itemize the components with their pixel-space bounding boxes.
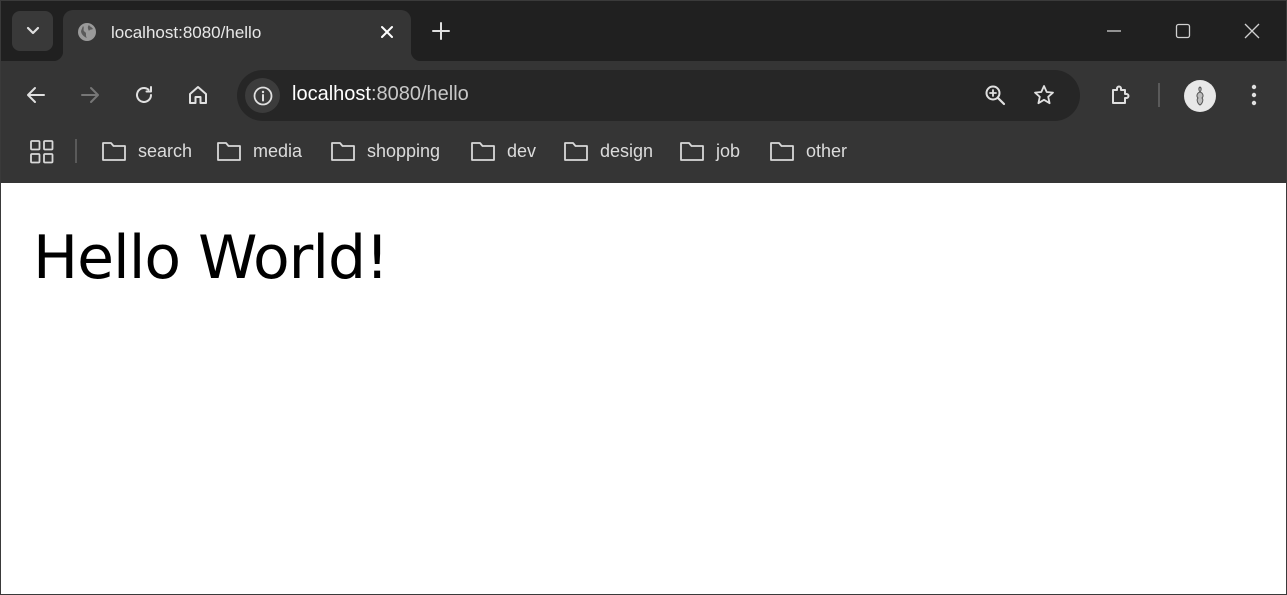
active-tab[interactable]: localhost:8080/hello: [53, 10, 421, 61]
folder-icon: [217, 142, 241, 161]
site-info-button[interactable]: [245, 78, 280, 113]
bookmark-label: dev: [507, 140, 537, 161]
tab-title: localhost:8080/hello: [111, 23, 262, 42]
bookmark-label: search: [138, 140, 193, 161]
page-heading: Hello World!: [33, 223, 389, 293]
tab-close-button[interactable]: [375, 20, 399, 44]
close-window-button[interactable]: [1238, 17, 1266, 45]
address-bar[interactable]: localhost:8080/hello: [237, 70, 1080, 121]
bookmark-label: media: [253, 140, 303, 161]
close-icon: [1244, 23, 1260, 39]
bookmark-folder-dev[interactable]: dev: [470, 137, 536, 165]
bookmark-label: job: [716, 140, 741, 161]
profile-avatar[interactable]: [1184, 80, 1216, 112]
menu-button[interactable]: [1240, 81, 1268, 109]
url-text[interactable]: localhost:8080/hello: [292, 83, 469, 106]
close-icon: [381, 26, 393, 38]
maximize-button[interactable]: [1169, 17, 1197, 45]
new-tab-button[interactable]: [427, 17, 455, 45]
url-path: :8080/hello: [370, 83, 469, 105]
tab-search-button[interactable]: [12, 11, 53, 51]
browser-window: localhost:8080/hello localhost:8080/hell…: [0, 0, 1287, 595]
bookmarks-divider: [75, 139, 77, 163]
url-host: localhost: [292, 83, 371, 105]
forward-button[interactable]: [76, 81, 104, 109]
chevron-down-icon: [26, 26, 39, 35]
home-button[interactable]: [184, 81, 212, 109]
bookmark-folder-design[interactable]: design: [563, 137, 653, 165]
folder-icon: [471, 142, 495, 161]
folder-icon: [564, 142, 588, 161]
maximize-icon: [1175, 23, 1191, 39]
apps-grid-icon[interactable]: [29, 139, 55, 165]
puzzle-icon: [1112, 85, 1130, 104]
tab-strip: localhost:8080/hello: [1, 1, 1286, 61]
extensions-button[interactable]: [1107, 81, 1135, 109]
bookmark-folder-media[interactable]: media: [216, 137, 302, 165]
minimize-icon: [1107, 30, 1121, 32]
bookmark-label: other: [806, 140, 848, 161]
folder-icon: [102, 142, 126, 161]
bookmark-label: shopping: [367, 140, 441, 161]
profile-picture-icon: [1185, 81, 1215, 111]
home-icon: [189, 86, 207, 104]
star-icon: [1034, 85, 1054, 105]
minimize-button[interactable]: [1100, 17, 1128, 45]
bookmark-label: design: [600, 140, 654, 161]
page-content: Hello World!: [1, 183, 1286, 594]
bookmark-star-button[interactable]: [1030, 81, 1058, 109]
more-vertical-icon: [1251, 84, 1257, 106]
bookmarks-bar: search media shopping dev design job oth…: [1, 129, 1286, 183]
bookmark-folder-job[interactable]: job: [679, 137, 740, 165]
bookmark-folder-shopping[interactable]: shopping: [330, 137, 440, 165]
zoom-button[interactable]: [981, 81, 1009, 109]
back-button[interactable]: [22, 81, 50, 109]
reload-icon: [136, 86, 152, 103]
bookmark-folder-other[interactable]: other: [769, 137, 847, 165]
folder-icon: [680, 142, 704, 161]
reload-button[interactable]: [130, 81, 158, 109]
folder-icon: [331, 142, 355, 161]
toolbar-divider: [1158, 83, 1160, 107]
arrow-right-icon: [81, 87, 99, 103]
plus-icon: [432, 22, 450, 40]
arrow-left-icon: [27, 87, 45, 103]
info-icon: [253, 86, 272, 105]
globe-icon: [78, 23, 96, 41]
bookmark-folder-search[interactable]: search: [101, 137, 192, 165]
navigation-toolbar: localhost:8080/hello: [1, 61, 1286, 129]
zoom-in-icon: [985, 85, 1006, 106]
folder-icon: [770, 142, 794, 161]
